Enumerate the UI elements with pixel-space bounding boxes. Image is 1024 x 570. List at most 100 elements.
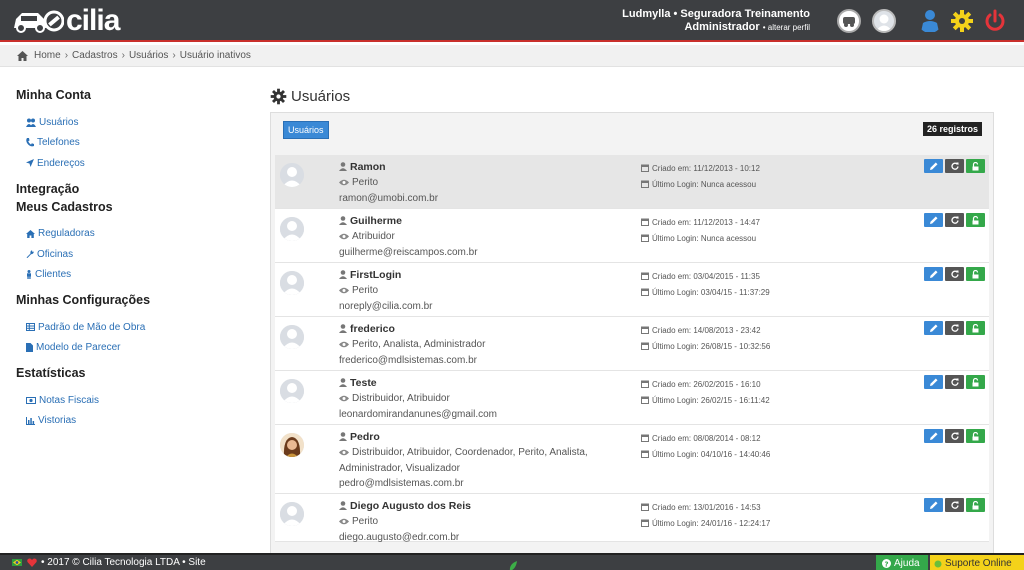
profile-avatar[interactable] xyxy=(872,9,896,33)
calendar-icon xyxy=(641,326,649,334)
user-roles: Perito xyxy=(352,177,379,189)
calendar-icon xyxy=(641,234,649,242)
breadcrumb-cadastros[interactable]: Cadastros xyxy=(72,50,118,61)
calendar-icon xyxy=(641,218,649,226)
cilia-badge-icon[interactable] xyxy=(837,9,861,33)
reset-password-button[interactable] xyxy=(945,375,964,389)
activate-user-button[interactable] xyxy=(966,159,985,173)
home-icon xyxy=(26,229,35,238)
eye-icon xyxy=(339,519,349,525)
sidebar-item-oficinas[interactable]: Oficinas xyxy=(16,244,236,265)
activate-user-button[interactable] xyxy=(966,213,985,227)
created-at: Criado em: 26/02/2015 - 16:10 xyxy=(652,380,761,389)
user-name: FirstLogin xyxy=(350,269,402,281)
edit-button[interactable] xyxy=(924,213,943,227)
user-avatar xyxy=(280,163,304,187)
person-icon xyxy=(27,270,31,280)
pencil-icon xyxy=(929,270,937,278)
activate-user-button[interactable] xyxy=(966,429,985,443)
user-meta: Criado em: 11/12/2013 - 10:12 Último Logi… xyxy=(641,161,760,192)
pencil-icon xyxy=(929,324,937,332)
calendar-icon xyxy=(641,434,649,442)
calendar-icon xyxy=(641,180,649,188)
change-profile-link[interactable]: • alterar perfil xyxy=(763,23,810,32)
user-avatar xyxy=(280,433,304,457)
user-row[interactable]: frederico Perito, Analista, Administrador… xyxy=(275,317,989,371)
support-online-button[interactable]: Suporte Online xyxy=(930,555,1024,570)
user-info: Diego Augusto dos Reis Perito diego.august… xyxy=(339,499,629,545)
activate-user-button[interactable] xyxy=(966,321,985,335)
edit-button[interactable] xyxy=(924,498,943,512)
calendar-icon xyxy=(641,380,649,388)
row-actions xyxy=(924,498,985,512)
power-icon[interactable] xyxy=(983,9,1007,33)
refresh-icon xyxy=(950,324,959,332)
calendar-icon xyxy=(641,272,649,280)
user-row[interactable]: FirstLogin Perito noreply@cilia.com.br Cria… xyxy=(275,263,989,317)
help-label: Ajuda xyxy=(894,558,920,569)
sidebar-item-label: Telefones xyxy=(37,137,80,149)
created-at: Criado em: 13/01/2016 - 14:53 xyxy=(652,503,761,512)
breadcrumb-usuarios[interactable]: Usuários xyxy=(129,50,168,61)
reset-password-button[interactable] xyxy=(945,429,964,443)
sidebar-item-enderecos[interactable]: Endereços xyxy=(16,153,236,174)
user-row[interactable]: Teste Distribuidor, Atribuidor leonardomir… xyxy=(275,371,989,425)
help-button[interactable]: ? Ajuda xyxy=(876,555,928,570)
user-row[interactable]: Ramon Perito ramon@umobi.com.br Criado em: … xyxy=(275,155,989,209)
user-icon xyxy=(339,216,347,225)
eye-icon xyxy=(339,396,349,402)
last-login: Último Login: Nunca acessou xyxy=(652,179,757,189)
activate-user-button[interactable] xyxy=(966,498,985,512)
edit-button[interactable] xyxy=(924,375,943,389)
created-at: Criado em: 14/08/2013 - 23:42 xyxy=(652,326,761,335)
activate-user-button[interactable] xyxy=(966,375,985,389)
home-icon[interactable] xyxy=(17,50,28,61)
user-icon[interactable] xyxy=(918,9,942,33)
user-row[interactable]: Guilherme Atribuidor guilherme@reiscampos.… xyxy=(275,209,989,263)
reset-password-button[interactable] xyxy=(945,267,964,281)
sidebar-item-padrao-mao-de-obra[interactable]: Padrão de Mão de Obra xyxy=(16,317,236,338)
phone-icon xyxy=(26,138,34,147)
refresh-icon xyxy=(950,270,959,278)
edit-button[interactable] xyxy=(924,267,943,281)
sidebar-item-vistorias[interactable]: Vistorias xyxy=(16,411,236,432)
reset-password-button[interactable] xyxy=(945,159,964,173)
sidebar-section-minha-conta: Minha Conta xyxy=(16,88,91,102)
footer-copyright: • 2017 © Cilia Tecnologia LTDA • Site xyxy=(41,557,206,568)
cilia-logo[interactable]: cilia xyxy=(12,6,120,36)
reset-password-button[interactable] xyxy=(945,498,964,512)
reset-password-button[interactable] xyxy=(945,321,964,335)
edit-button[interactable] xyxy=(924,429,943,443)
sidebar-item-modelo-parecer[interactable]: Modelo de Parecer xyxy=(16,338,236,359)
breadcrumb-home[interactable]: Home xyxy=(34,50,61,61)
top-navbar: cilia Ludmylla • Seguradora Treinamento … xyxy=(0,0,1024,42)
user-row[interactable]: Diego Augusto dos Reis Perito diego.august… xyxy=(275,494,989,545)
activate-user-button[interactable] xyxy=(966,267,985,281)
sidebar-section-estatisticas: Estatísticas xyxy=(16,366,86,380)
gear-icon[interactable] xyxy=(950,9,974,33)
reset-password-button[interactable] xyxy=(945,213,964,227)
pencil-icon xyxy=(929,378,937,386)
user-meta: Criado em: 26/02/2015 - 16:10 Último Logi… xyxy=(641,377,770,408)
sidebar-item-notas-fiscais[interactable]: Notas Fiscais xyxy=(16,390,236,411)
sidebar-item-usuarios[interactable]: Usuários xyxy=(16,112,236,133)
calendar-icon xyxy=(641,164,649,172)
created-at: Criado em: 08/08/2014 - 08:12 xyxy=(652,434,761,443)
edit-button[interactable] xyxy=(924,321,943,335)
sidebar-item-reguladoras[interactable]: Reguladoras xyxy=(16,224,236,245)
sidebar-item-clientes[interactable]: Clientes xyxy=(16,265,236,286)
sidebar-section-integracao[interactable]: Integração xyxy=(16,182,236,196)
unlock-icon xyxy=(972,500,978,509)
user-icon xyxy=(339,501,347,510)
user-row[interactable]: Pedro Distribuidor, Atribuidor, Coordenad… xyxy=(275,425,989,494)
users-filter-tag[interactable]: Usuários xyxy=(283,121,329,139)
last-login: Último Login: 24/01/16 - 12:24:17 xyxy=(652,518,771,528)
user-name: Teste xyxy=(350,377,377,389)
sidebar-item-telefones[interactable]: Telefones xyxy=(16,133,236,154)
user-email: pedro@mdlsistemas.com.br xyxy=(339,477,464,489)
edit-button[interactable] xyxy=(924,159,943,173)
user-role: Administrador xyxy=(684,21,760,33)
calendar-icon xyxy=(641,519,649,527)
user-list: Ramon Perito ramon@umobi.com.br Criado em: … xyxy=(275,155,989,545)
row-actions xyxy=(924,213,985,227)
